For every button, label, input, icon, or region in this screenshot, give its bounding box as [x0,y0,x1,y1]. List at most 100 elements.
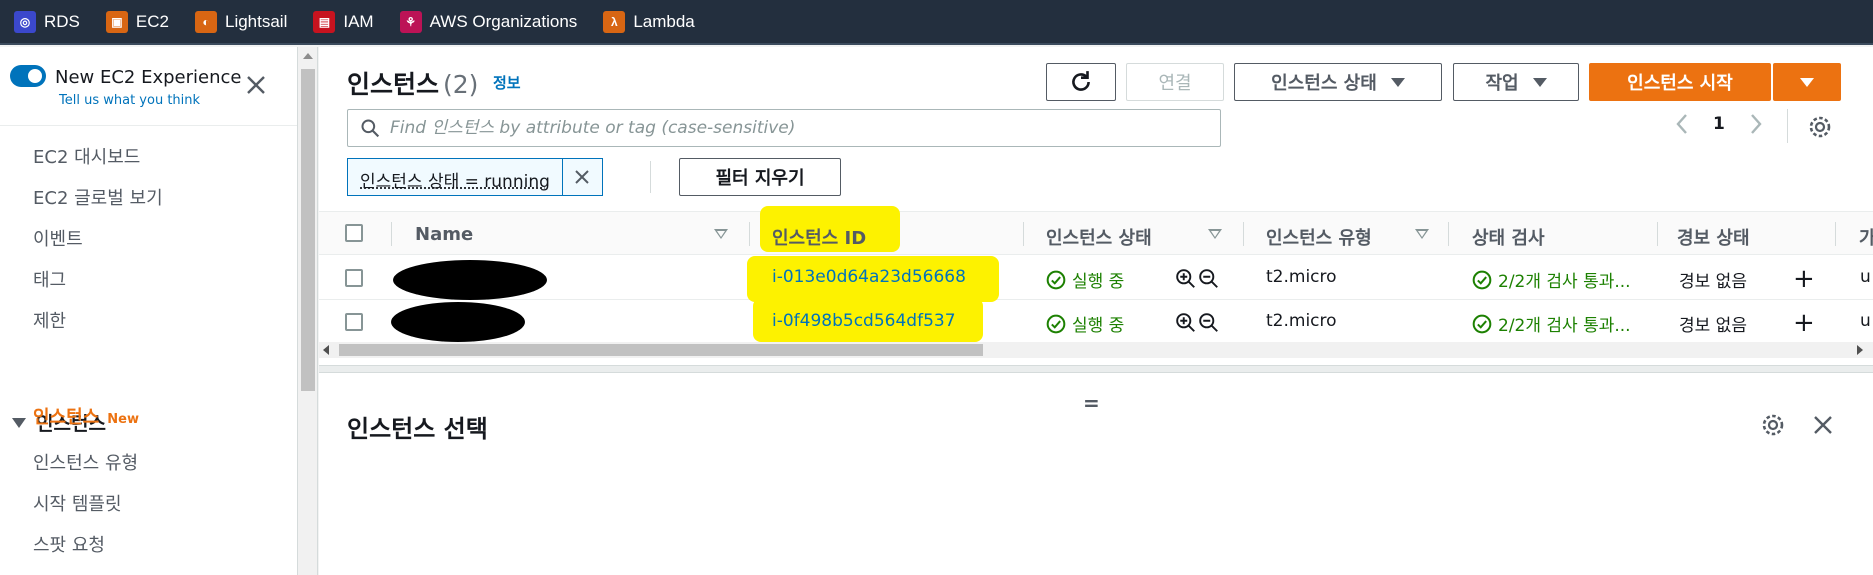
toggle-switch[interactable] [10,65,46,87]
status-check-text[interactable]: 2/2개 검사 통과... [1498,267,1631,292]
bookmark-label: Lambda [633,11,695,31]
caret-down-icon [1532,77,1547,87]
scroll-right-icon[interactable] [1857,345,1863,355]
split-panel-divider[interactable] [319,365,1873,373]
zoom-in-icon[interactable] [1175,312,1196,333]
zoom-in-icon[interactable] [1175,268,1196,289]
row-checkbox[interactable] [345,269,363,287]
status-check-text[interactable]: 2/2개 검사 통과... [1498,311,1631,336]
scroll-left-icon[interactable] [323,345,329,355]
state-zoom-controls [1175,312,1219,333]
divider [1787,109,1788,143]
sidebar-item-events[interactable]: 이벤트 [33,225,83,251]
clear-filters-button[interactable]: 필터 지우기 [679,158,841,196]
bookmarks-bar: ◎ RDS ▣ EC2 ◐ Lightsail ▤ IAM ⚘ AWS Orga… [0,0,1873,45]
close-icon[interactable] [244,73,268,97]
column-header-alarm-status[interactable]: 경보 상태 [1677,224,1750,250]
instance-state: 실행 중 [1046,311,1124,336]
remove-filter-button[interactable] [561,159,602,195]
table-horizontal-scrollbar[interactable] [319,342,1873,358]
split-panel-title: 인스턴스 선택 [347,415,488,443]
bookmark-rds[interactable]: ◎ RDS [14,10,80,33]
column-header-instance-state[interactable]: 인스턴스 상태 [1046,224,1152,250]
sidebar-item-limits[interactable]: 제한 [33,307,66,333]
scrollbar-thumb[interactable] [339,344,983,356]
column-divider [1835,222,1836,246]
chevron-left-icon[interactable] [1675,113,1689,135]
instance-id-link[interactable]: i-0f498b5cd564df537 [772,311,956,331]
current-page[interactable]: 1 [1713,114,1725,134]
filter-token[interactable]: 인스턴스 상태 = running [347,158,603,196]
pagination: 1 [1675,113,1763,135]
add-alarm-button[interactable]: + [1793,264,1815,294]
add-alarm-button[interactable]: + [1793,308,1815,338]
close-icon[interactable] [1811,413,1835,437]
bookmark-organizations[interactable]: ⚘ AWS Organizations [399,10,578,33]
search-input[interactable] [390,118,1190,138]
launch-instances-button[interactable]: 인스턴스 시작 [1589,63,1771,101]
bookmark-iam[interactable]: ▤ IAM [313,10,374,33]
organizations-icon: ⚘ [399,10,422,33]
bookmark-lambda[interactable]: λ Lambda [603,10,695,33]
zoom-out-icon[interactable] [1198,312,1219,333]
truncated-cell: u [1860,267,1871,287]
scrollbar-thumb[interactable] [301,69,315,391]
check-circle-icon [1472,314,1492,333]
caret-down-icon [12,417,26,428]
actions-button[interactable]: 작업 [1453,63,1579,101]
bookmark-label: IAM [343,11,374,31]
instance-state-label: 인스턴스 상태 [1271,73,1377,94]
instance-state-text: 실행 중 [1072,316,1125,336]
sidebar-scrollbar[interactable] [298,47,318,575]
refresh-icon [1072,71,1090,91]
column-header-status-check[interactable]: 상태 검사 [1472,224,1545,250]
main-content: 인스턴스(2) 정보 연결 인스턴스 상태 작업 인스턴스 시작 1 인스턴스 … [319,47,1873,575]
search-bar[interactable] [347,109,1221,147]
row-checkbox[interactable] [345,313,363,331]
gear-icon[interactable] [1761,413,1785,437]
column-header-instance-id[interactable]: 인스턴스 ID [772,224,866,250]
sidebar-item-spot-requests[interactable]: 스팟 요청 [33,531,105,557]
chevron-right-icon[interactable] [1749,113,1763,135]
gear-icon[interactable] [1808,115,1832,139]
connect-button[interactable]: 연결 [1126,63,1224,101]
check-circle-icon [1046,314,1066,333]
sidebar-item-instances[interactable]: 인스턴스 New [33,403,139,429]
redacted-name [393,260,547,300]
sidebar-item-global-view[interactable]: EC2 글로벌 보기 [33,184,163,210]
refresh-button[interactable] [1046,63,1116,101]
table-header: Name 인스턴스 ID 인스턴스 상태 인스턴스 유형 상태 검사 경보 상태… [319,206,1873,255]
launch-label: 인스턴스 시작 [1627,73,1733,94]
sort-icon[interactable] [1415,229,1429,239]
info-link[interactable]: 정보 [493,72,521,93]
table-row[interactable]: i-0f498b5cd564df537 실행 중 t2.micro 2/2개 검… [319,298,1873,344]
column-header-instance-type[interactable]: 인스턴스 유형 [1266,224,1372,250]
instance-type: t2.micro [1266,267,1337,287]
bookmark-ec2[interactable]: ▣ EC2 [105,10,169,33]
sidebar-item-instance-types[interactable]: 인스턴스 유형 [33,449,138,475]
sidebar-item-launch-templates[interactable]: 시작 템플릿 [33,490,122,516]
bookmark-label: EC2 [135,11,169,31]
sort-icon[interactable] [1208,229,1222,239]
close-icon [575,170,590,184]
instance-type: t2.micro [1266,311,1337,331]
sidebar-item-tags[interactable]: 태그 [33,266,66,292]
column-header-name[interactable]: Name [415,224,473,245]
launch-dropdown-button[interactable] [1773,63,1841,101]
bookmark-label: AWS Organizations [429,11,578,31]
sidebar-item-dashboard[interactable]: EC2 대시보드 [33,143,140,169]
bookmark-lightsail[interactable]: ◐ Lightsail [194,10,287,33]
instance-state-button[interactable]: 인스턴스 상태 [1234,63,1442,101]
sort-icon[interactable] [714,229,728,239]
status-check: 2/2개 검사 통과... [1472,311,1631,336]
instance-id-link[interactable]: i-013e0d64a23d56668 [772,267,966,287]
scroll-up-icon[interactable] [303,53,313,59]
select-all-checkbox[interactable] [345,224,363,242]
new-experience-toggle[interactable] [10,65,46,87]
drag-handle[interactable]: = [1083,391,1100,415]
zoom-out-icon[interactable] [1198,268,1219,289]
feedback-link[interactable]: Tell us what you think [59,93,200,108]
column-header-truncated[interactable]: 가 [1859,224,1873,250]
table-row[interactable]: i-013e0d64a23d56668 실행 중 t2.micro 2/2개 검… [319,256,1873,302]
search-icon [361,119,380,138]
